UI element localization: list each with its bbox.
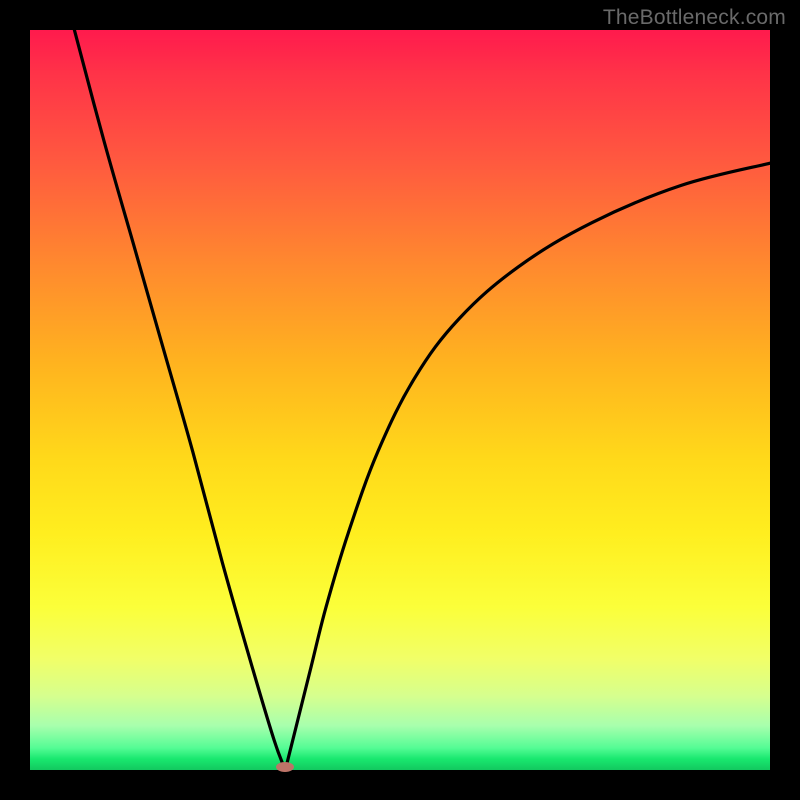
curve-left-branch: [74, 30, 285, 770]
bottleneck-curve: [30, 30, 770, 770]
chart-plot-area: [30, 30, 770, 770]
outer-black-frame: TheBottleneck.com: [0, 0, 800, 800]
curve-right-branch: [285, 163, 770, 770]
source-watermark: TheBottleneck.com: [603, 6, 786, 30]
minimum-marker: [276, 762, 294, 772]
